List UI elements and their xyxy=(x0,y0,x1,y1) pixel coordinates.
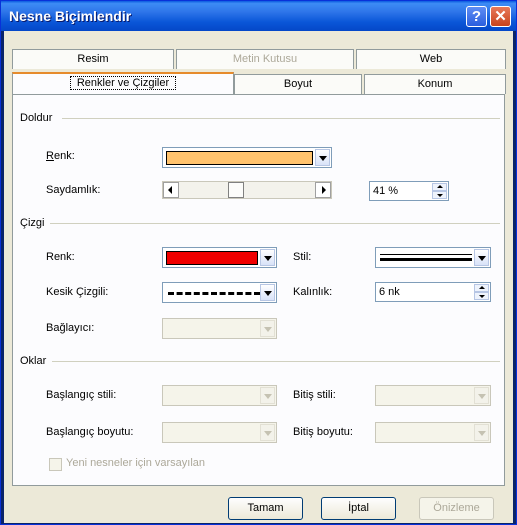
weight-spinner[interactable]: 6 nk xyxy=(375,282,491,302)
dash-preview xyxy=(168,292,260,295)
arrow-left-icon[interactable] xyxy=(163,182,179,198)
weight-label: Kalınlık: xyxy=(293,286,333,298)
format-object-dialog: Nesne Biçimlendir ? ✕ Resim Metin Kutusu… xyxy=(0,0,517,525)
preview-button: Önizleme xyxy=(419,497,494,520)
arrows-group: Oklar xyxy=(20,355,500,369)
end-size-select xyxy=(375,422,491,443)
spin-up-icon[interactable] xyxy=(432,183,447,191)
line-style-select[interactable] xyxy=(375,247,491,268)
weight-value: 6 nk xyxy=(379,286,400,298)
default-checkbox-label: Yeni nesneler için varsayılan xyxy=(66,457,206,469)
tab-renkler-label: Renkler ve Çizgiler xyxy=(69,76,177,90)
tab-web[interactable]: Web xyxy=(356,49,506,69)
line-color-swatch xyxy=(166,251,258,265)
begin-size-select xyxy=(162,422,277,443)
line-heading: Çizgi xyxy=(20,217,45,229)
begin-style-label: Başlangıç stili: xyxy=(46,389,117,401)
cancel-button[interactable]: İptal xyxy=(321,497,396,520)
transparency-label: Saydamlık: xyxy=(46,184,101,196)
line-color-select[interactable] xyxy=(162,247,277,268)
line-style-preview xyxy=(380,254,472,261)
chevron-down-icon[interactable] xyxy=(260,284,275,301)
spin-down-icon[interactable] xyxy=(432,191,447,199)
close-icon[interactable]: ✕ xyxy=(490,6,511,27)
default-checkbox xyxy=(49,458,62,471)
fill-divider xyxy=(62,118,500,119)
chevron-down-icon xyxy=(260,320,275,337)
dash-select[interactable] xyxy=(162,282,277,303)
help-icon[interactable]: ? xyxy=(466,6,487,27)
line-style-label: Stil: xyxy=(293,251,312,263)
spin-up-icon[interactable] xyxy=(474,284,489,292)
line-divider xyxy=(50,223,500,224)
dash-label: Kesik Çizgili: xyxy=(46,286,109,298)
arrow-right-icon[interactable] xyxy=(315,182,331,198)
chevron-down-icon xyxy=(260,424,275,441)
chevron-down-icon xyxy=(260,387,275,404)
window-title: Nesne Biçimlendir xyxy=(9,8,132,24)
chevron-down-icon[interactable] xyxy=(474,249,489,266)
tab-renkler-ve-cizgiler[interactable]: Renkler ve Çizgiler xyxy=(12,72,234,94)
transparency-spinner[interactable]: 41 % xyxy=(369,181,449,201)
transparency-slider[interactable] xyxy=(162,181,332,199)
title-bar[interactable]: Nesne Biçimlendir ? ✕ xyxy=(1,1,516,31)
tab-metin-kutusu: Metin Kutusu xyxy=(176,49,354,69)
chevron-down-icon xyxy=(474,387,489,404)
end-style-label: Bitiş stili: xyxy=(293,389,336,401)
line-color-label: Renk: xyxy=(46,251,75,263)
begin-size-label: Başlangıç boyutu: xyxy=(46,426,134,438)
tab-konum[interactable]: Konum xyxy=(364,74,506,94)
fill-color-swatch xyxy=(166,151,313,165)
chevron-down-icon[interactable] xyxy=(260,249,275,266)
tab-boyut[interactable]: Boyut xyxy=(234,74,362,94)
chevron-down-icon xyxy=(474,424,489,441)
fill-heading: Doldur xyxy=(20,112,53,124)
connector-label: Bağlayıcı: xyxy=(46,322,95,334)
spin-down-icon[interactable] xyxy=(474,292,489,300)
transparency-value: 41 % xyxy=(373,185,399,197)
fill-color-label: Renk: xyxy=(46,150,75,162)
connector-select xyxy=(162,318,277,339)
fill-color-select[interactable] xyxy=(162,147,332,168)
tab-resim[interactable]: Resim xyxy=(12,49,174,69)
end-size-label: Bitiş boyutu: xyxy=(293,426,353,438)
line-group: Çizgi xyxy=(20,217,500,231)
arrows-divider xyxy=(52,361,500,362)
ok-button[interactable]: Tamam xyxy=(228,497,303,520)
dialog-body: Resim Metin Kutusu Web Renkler ve Çizgil… xyxy=(4,31,513,523)
chevron-down-icon[interactable] xyxy=(315,149,330,166)
tab-panel: Doldur Renk: Saydamlık: 41 % Çizgi Renk:… xyxy=(12,94,505,486)
begin-style-select xyxy=(162,385,277,406)
slider-thumb[interactable] xyxy=(228,182,244,198)
arrows-heading: Oklar xyxy=(20,355,47,367)
end-style-select xyxy=(375,385,491,406)
fill-group: Doldur xyxy=(20,112,500,126)
